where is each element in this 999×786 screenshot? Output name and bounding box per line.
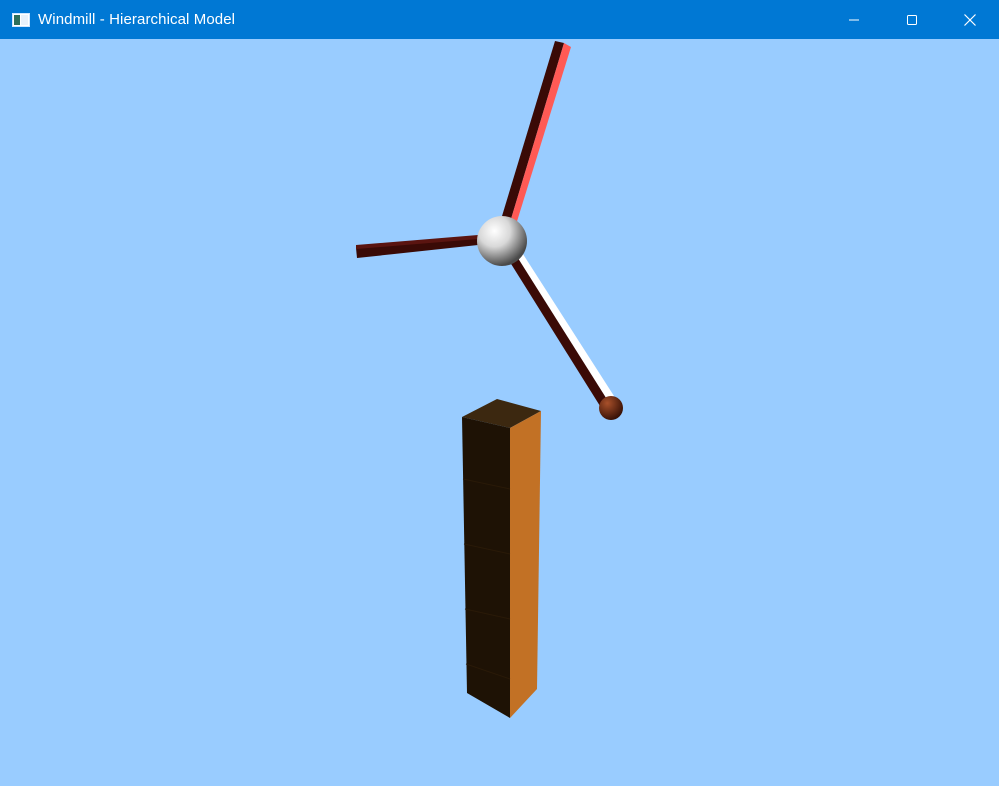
app-window: Windmill - Hierarchical Model — [0, 0, 999, 786]
window-controls — [825, 0, 999, 39]
tower-side — [510, 411, 541, 718]
hub-sphere — [477, 216, 527, 266]
render-viewport[interactable] — [0, 39, 999, 786]
windmill-scene — [356, 41, 623, 718]
maximize-icon — [907, 14, 917, 25]
window-title: Windmill - Hierarchical Model — [38, 11, 236, 28]
tower — [462, 399, 541, 718]
close-icon — [964, 13, 976, 26]
blade-up — [499, 41, 571, 231]
tower-front — [462, 417, 510, 718]
close-button[interactable] — [941, 0, 999, 39]
blade-down-right — [508, 251, 614, 406]
minimize-icon — [849, 19, 859, 20]
app-window-icon — [12, 12, 30, 27]
blade-tip-ball — [599, 396, 623, 420]
maximize-button[interactable] — [883, 0, 941, 39]
minimize-button[interactable] — [825, 0, 883, 39]
title-bar[interactable]: Windmill - Hierarchical Model — [0, 0, 999, 39]
blade-left — [356, 235, 478, 258]
